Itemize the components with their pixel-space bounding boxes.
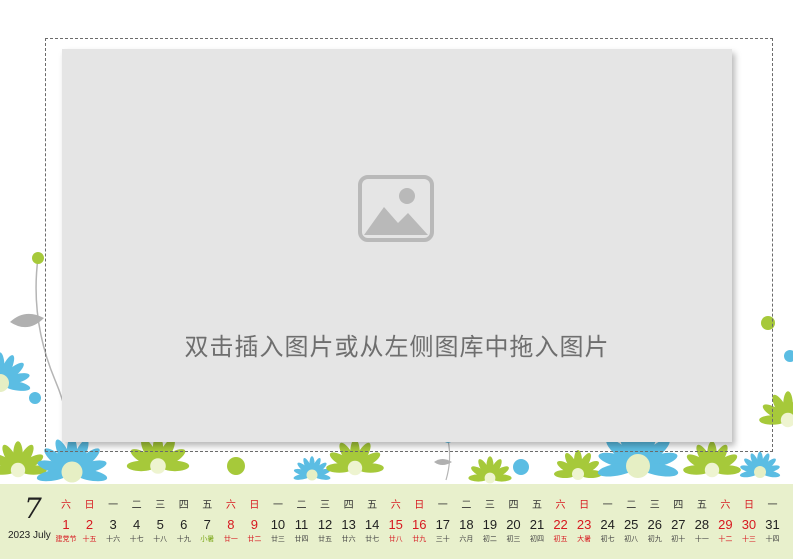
weekday-label: 六 — [720, 500, 731, 511]
day-number: 15 — [388, 517, 403, 532]
day-number: 3 — [109, 517, 117, 532]
lunar-date: 十四 — [765, 535, 780, 543]
weekday-label: 一 — [602, 500, 613, 511]
day-number: 1 — [62, 517, 70, 532]
day-number: 4 — [133, 517, 141, 532]
weekday-label: 日 — [414, 500, 425, 511]
day-number: 18 — [459, 517, 474, 532]
weekday-label: 六 — [225, 500, 236, 511]
day-number: 25 — [623, 517, 639, 532]
weekday-label: 日 — [249, 500, 260, 511]
month-label: 2023 July — [8, 530, 51, 541]
weekday-label: 五 — [696, 500, 707, 511]
weekday-label: 一 — [272, 500, 283, 511]
day-number: 27 — [671, 517, 686, 532]
day-number: 7 — [203, 517, 211, 532]
day-number: 28 — [694, 517, 710, 532]
weekday-label: 五 — [202, 500, 213, 511]
day-number: 10 — [270, 517, 286, 532]
image-drop-area[interactable]: 双击插入图片或从左侧图库中拖入图片 — [62, 49, 732, 442]
weekday-label: 一 — [437, 500, 448, 511]
day-number: 29 — [718, 517, 733, 532]
day-number: 9 — [250, 517, 258, 532]
weekday-label: 三 — [484, 500, 495, 511]
image-placeholder-icon — [358, 175, 434, 242]
day-number: 17 — [435, 517, 451, 532]
day-number: 26 — [647, 517, 662, 532]
day-number: 22 — [553, 517, 568, 532]
weekday-label: 三 — [649, 500, 660, 511]
weekday-label: 四 — [343, 500, 354, 511]
weekday-label: 日 — [579, 500, 590, 511]
weekday-label: 二 — [296, 500, 307, 511]
day-number: 23 — [576, 517, 592, 532]
day-number: 20 — [506, 517, 521, 532]
weekday-label: 一 — [767, 500, 778, 511]
weekday-label: 二 — [626, 500, 637, 511]
weekday-label: 四 — [673, 500, 684, 511]
day-number: 12 — [317, 517, 333, 532]
placeholder-hint-text: 双击插入图片或从左侧图库中拖入图片 — [184, 333, 610, 361]
day-number: 6 — [180, 517, 188, 532]
weekday-label: 六 — [390, 500, 401, 511]
day-number: 13 — [341, 517, 356, 532]
weekday-label: 二 — [131, 500, 142, 511]
weekday-label: 二 — [461, 500, 472, 511]
weekday-label: 六 — [555, 500, 566, 511]
day-number: 5 — [156, 517, 164, 532]
day-number: 24 — [600, 517, 615, 532]
day-number: 21 — [529, 517, 545, 532]
weekday-label: 日 — [743, 500, 754, 511]
day-number: 2 — [85, 517, 94, 532]
month-number: 7 — [24, 492, 42, 525]
calendar-strip: 7 2023 July 六 1 建党节日 2 十五一 3 十六二 4 十七三 5 十八四 6 十九五 7 小… — [0, 484, 793, 559]
weekday-label: 五 — [367, 500, 378, 511]
day-number: 8 — [227, 517, 235, 532]
day-number: 31 — [765, 517, 780, 532]
weekday-label: 五 — [532, 500, 542, 511]
weekday-label: 一 — [108, 500, 119, 511]
day-number: 11 — [294, 517, 309, 532]
day-number: 14 — [364, 517, 380, 532]
weekday-label: 日 — [84, 500, 95, 511]
weekday-label: 四 — [508, 500, 519, 511]
day-number: 16 — [412, 517, 427, 532]
weekday-label: 三 — [155, 500, 166, 511]
weekday-label: 六 — [61, 500, 71, 511]
day-number: 19 — [482, 517, 498, 532]
day-number: 30 — [741, 517, 757, 532]
weekday-label: 三 — [320, 500, 331, 511]
weekday-label: 四 — [178, 500, 189, 511]
